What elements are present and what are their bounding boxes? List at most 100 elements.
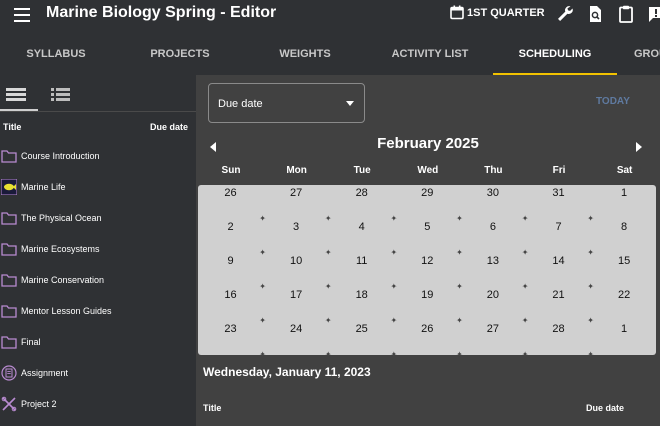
tree-item-label: Final xyxy=(21,337,41,347)
weekday-label: Tue xyxy=(353,165,371,176)
calendar-day-cell[interactable]: 27 ✦ xyxy=(264,185,332,223)
calendar-day-cell[interactable]: 31 ✦ xyxy=(526,185,594,223)
calendar-day-cell[interactable]: 19 ✦ xyxy=(395,287,463,325)
calendar-day-cell[interactable]: 11 ✦ xyxy=(329,253,397,291)
tree-item-label: Marine Ecosystems xyxy=(21,244,100,254)
calendar-day-cell[interactable]: 1 xyxy=(592,321,657,355)
sort-by-select[interactable]: Due date xyxy=(208,83,365,123)
calendar-day-number: 24 xyxy=(289,323,303,335)
tab-projects[interactable]: PROJECTS xyxy=(124,33,236,75)
calendar-day-number: 26 xyxy=(421,323,434,335)
tree-item-course-introduction[interactable]: Course Introduction xyxy=(0,142,196,173)
calendar-day-number: 27 xyxy=(289,187,303,199)
calendar-day-number: 2 xyxy=(227,221,234,233)
calendar-day-cell[interactable]: 4 ✦ xyxy=(329,219,398,257)
calendar-day-cell[interactable]: 21 ✦ xyxy=(526,287,594,325)
calendar-day-number: 28 xyxy=(552,323,565,335)
today-button[interactable]: TODAY xyxy=(596,96,630,107)
calendar-day-cell[interactable]: 7 ✦ xyxy=(526,219,594,257)
tree-item-marine-life[interactable]: Marine Life xyxy=(0,173,196,204)
calendar-day-cell[interactable]: 15 xyxy=(592,253,657,287)
wrench-icon[interactable] xyxy=(555,4,575,24)
fish-thumbnail xyxy=(1,179,17,195)
calendar-day-cell[interactable]: 26 ✦ xyxy=(198,185,266,223)
calendar-day-number: 14 xyxy=(552,255,565,267)
calendar-day-cell[interactable]: 5 ✦ xyxy=(395,219,463,257)
document-search-icon[interactable] xyxy=(585,4,605,24)
calendar-day-cell[interactable]: 24 ✦ xyxy=(264,321,332,359)
tab-weights[interactable]: WEIGHTS xyxy=(249,33,361,75)
calendar-day-cell[interactable]: 3 ✦ xyxy=(264,219,332,257)
calendar-day-cell[interactable]: 8 xyxy=(592,219,657,253)
calendar-day-cell[interactable]: 13 ✦ xyxy=(460,253,529,291)
calendar-day-cell[interactable]: 26 ✦ xyxy=(395,321,463,359)
calendar-day-cell[interactable]: 2 ✦ xyxy=(198,219,266,257)
calendar-day-cell[interactable]: 6 ✦ xyxy=(460,219,529,257)
calendar-day-cell[interactable]: 12 ✦ xyxy=(395,253,463,291)
tree-item-label: Marine Conservation xyxy=(21,275,105,285)
calendar-day-number: 21 xyxy=(552,289,565,301)
calendar-day-number: 1 xyxy=(621,323,628,335)
tree-item-mentor-lesson-guides[interactable]: Mentor Lesson Guides xyxy=(0,297,196,328)
folder-icon xyxy=(1,305,17,318)
tree-item-physical-ocean[interactable]: The Physical Ocean xyxy=(0,204,196,235)
calendar-day-number: 18 xyxy=(355,289,368,301)
weekday-label: Fri xyxy=(552,165,566,176)
tree-item-assignment[interactable]: Assignment xyxy=(0,359,196,390)
calendar-day-number: 22 xyxy=(617,289,631,301)
calendar-day-cell[interactable]: 10 ✦ xyxy=(264,253,332,291)
tab-activity-list[interactable]: ACTIVITY LIST xyxy=(374,33,486,75)
detail-view-icon[interactable] xyxy=(48,83,74,105)
calendar-day-number: 19 xyxy=(421,289,434,301)
project-icon xyxy=(1,396,17,412)
tab-groups[interactable]: GROU xyxy=(634,33,660,75)
menu-icon[interactable] xyxy=(14,8,30,22)
column-title: Title xyxy=(203,403,222,413)
calendar-day-number: 20 xyxy=(486,289,500,301)
calendar-day-cell[interactable]: 25 ✦ xyxy=(329,321,398,359)
next-month-icon[interactable] xyxy=(636,142,642,152)
calendar-day-number: 1 xyxy=(621,187,628,199)
calendar-icon xyxy=(450,5,464,20)
calendar-day-cell[interactable]: 9 ✦ xyxy=(198,253,266,291)
calendar-day-cell[interactable]: 28 ✦ xyxy=(526,321,594,359)
quarter-label: 1ST QUARTER xyxy=(467,6,545,19)
calendar-day-number: 7 xyxy=(555,221,562,233)
tree-item-marine-conservation[interactable]: Marine Conservation xyxy=(0,266,196,297)
calendar-day-cell[interactable]: 22 xyxy=(592,287,657,321)
calendar-day-number: 8 xyxy=(621,221,628,233)
calendar-day-cell[interactable]: 29 ✦ xyxy=(395,185,463,223)
tree-item-project-2[interactable]: Project 2 xyxy=(0,390,196,421)
calendar-day-cell[interactable]: 14 ✦ xyxy=(526,253,594,291)
calendar-day-number: 15 xyxy=(617,255,631,267)
feedback-icon[interactable] xyxy=(646,4,660,24)
activity-tree-panel: Title Due date Course Introduction Marin… xyxy=(0,75,196,426)
calendar-day-number: 12 xyxy=(421,255,434,267)
folder-icon xyxy=(1,274,17,287)
tree-item-label: Course Introduction xyxy=(21,151,100,161)
calendar-day-cell[interactable]: 23 ✦ xyxy=(198,321,266,359)
tree-item-marine-ecosystems[interactable]: Marine Ecosystems xyxy=(0,235,196,266)
calendar-day-number: 23 xyxy=(224,323,237,335)
calendar-day-cell[interactable]: 27 ✦ xyxy=(460,321,529,359)
folder-icon xyxy=(1,336,17,349)
calendar-day-number: 28 xyxy=(355,187,368,199)
quarter-selector[interactable]: 1ST QUARTER xyxy=(450,5,545,20)
tab-scheduling[interactable]: SCHEDULING xyxy=(493,33,617,75)
calendar-day-cell[interactable]: 20 ✦ xyxy=(460,287,529,325)
assignment-icon xyxy=(1,365,17,381)
tree-column-header: Title Due date xyxy=(0,111,196,141)
calendar-day-cell[interactable]: 16 ✦ xyxy=(198,287,266,325)
calendar-day-cell[interactable]: 17 ✦ xyxy=(264,287,332,325)
calendar-day-number: 6 xyxy=(489,221,496,233)
calendar-day-cell[interactable]: 30 ✦ xyxy=(460,185,529,223)
list-view-icon[interactable] xyxy=(4,83,30,105)
tab-syllabus[interactable]: SYLLABUS xyxy=(0,33,112,75)
tree-item-final[interactable]: Final xyxy=(0,328,196,359)
scheduling-panel: Due date TODAY February 2025 Sun Mon Tue We… xyxy=(196,75,660,426)
clipboard-icon[interactable] xyxy=(616,4,636,24)
calendar-day-cell[interactable]: 18 ✦ xyxy=(329,287,398,325)
weekday-label: Wed xyxy=(417,165,439,176)
calendar-day-cell[interactable]: 1 xyxy=(592,185,657,219)
calendar-day-cell[interactable]: 28 ✦ xyxy=(329,185,398,223)
